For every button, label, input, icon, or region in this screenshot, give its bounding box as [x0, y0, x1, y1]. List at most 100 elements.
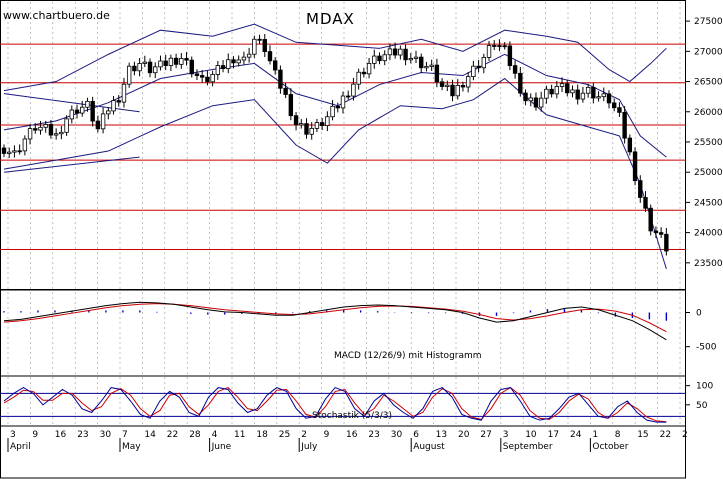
candle-body — [153, 66, 158, 74]
x-day-label: 3 — [10, 430, 16, 440]
candle-body — [53, 133, 59, 136]
candle-body — [481, 56, 487, 69]
candle-body — [168, 57, 174, 67]
candle-body — [627, 137, 633, 153]
candle-body — [38, 126, 43, 131]
candle-body — [387, 48, 393, 56]
candle-body — [147, 61, 153, 74]
candle-body — [565, 83, 570, 94]
candle-body — [194, 73, 200, 76]
candle-body — [43, 124, 48, 128]
candle-body — [163, 60, 168, 67]
price-y-tick-label: 25000 — [694, 168, 723, 178]
candle-body — [445, 84, 450, 87]
x-month-label: May — [122, 442, 141, 452]
x-day-label: 16 — [346, 430, 358, 440]
x-month-label: October — [592, 442, 628, 452]
candle-body — [59, 131, 64, 135]
candle-body — [95, 120, 101, 130]
candle-body — [246, 53, 252, 58]
candle-body — [382, 54, 387, 62]
x-day-label: 14 — [144, 430, 156, 440]
macd-y-tick-label: -500 — [696, 343, 717, 353]
candle-body — [293, 115, 299, 126]
x-day-label: 23 — [77, 430, 88, 440]
candle-body — [309, 127, 314, 135]
candle-body — [455, 85, 460, 97]
candle-body — [173, 57, 179, 65]
x-day-label: 17 — [548, 430, 559, 440]
candle-body — [596, 96, 601, 99]
stoch-label: Stochastik (5/3/3) — [312, 411, 392, 421]
candle-body — [236, 59, 241, 64]
candle-body — [126, 65, 132, 85]
candle-body — [512, 65, 518, 74]
price-y-ticks: 23500 24000 24500 25000 25500 26000 26500 27000… — [686, 17, 723, 269]
candle-body — [121, 83, 127, 103]
x-day-label: 18 — [256, 430, 268, 440]
candle-body — [351, 83, 356, 97]
candle-body — [434, 64, 440, 83]
candle-body — [106, 110, 111, 115]
candle-body — [544, 88, 549, 99]
x-month-label: June — [211, 442, 232, 452]
candle-body — [330, 105, 335, 118]
candle-body — [528, 97, 533, 102]
candle-body — [559, 83, 565, 87]
candle-body — [450, 84, 455, 97]
price-y-tick-label: 26500 — [694, 78, 723, 88]
candle-body — [262, 39, 267, 52]
candle-body — [80, 106, 85, 114]
candle-body — [325, 116, 330, 127]
price-y-tick-label: 27000 — [694, 47, 723, 57]
chart-root: 23500 24000 24500 25000 25500 26000 26500 27000… — [0, 0, 723, 479]
candle-body — [664, 233, 669, 252]
candle-body — [48, 124, 54, 136]
candle-body — [142, 61, 148, 64]
candle-body — [476, 65, 481, 69]
candle-body — [340, 95, 346, 109]
candle-body — [502, 45, 507, 48]
candle-body — [33, 128, 38, 131]
candle-body — [486, 45, 492, 58]
candle-body — [17, 150, 22, 153]
candle-body — [90, 100, 95, 122]
candle-body — [111, 100, 116, 112]
candle-body — [497, 45, 502, 47]
x-day-label: 25 — [279, 430, 290, 440]
x-day-label: 9 — [32, 430, 38, 440]
candle-body — [622, 111, 627, 139]
candle-body — [366, 63, 372, 75]
candle-body — [523, 92, 528, 102]
candle-body — [606, 93, 612, 104]
price-y-tick-label: 23500 — [694, 259, 723, 269]
candle-body — [272, 60, 278, 71]
candle-body — [518, 72, 523, 94]
candle-body — [408, 58, 413, 61]
candle-body — [241, 56, 247, 61]
x-day-label: 24 — [570, 430, 582, 440]
x-month-label: July — [300, 442, 318, 452]
candle-body — [429, 64, 434, 67]
x-day-label: 2 — [682, 430, 688, 440]
price-y-tick-label: 26000 — [694, 108, 723, 118]
candle-body — [299, 123, 304, 126]
candle-body — [392, 48, 398, 56]
candle-body — [424, 66, 429, 69]
price-y-tick-label: 24500 — [694, 198, 723, 208]
chart-svg: 2350024000245002500025500260002650027000… — [0, 0, 723, 479]
candle-body — [205, 76, 210, 83]
x-day-label: 10 — [525, 430, 537, 440]
macd-y-tick-label: 0 — [696, 309, 702, 319]
candle-body — [413, 56, 419, 59]
candle-body — [346, 95, 351, 98]
x-day-label: 2 — [301, 430, 307, 440]
price-title: MDAX — [306, 10, 355, 28]
candle-body — [471, 65, 476, 77]
x-day-label: 3 — [503, 430, 509, 440]
candle-body — [132, 65, 137, 72]
x-day-label: 1 — [592, 430, 598, 440]
x-day-label: 15 — [637, 430, 648, 440]
candle-body — [283, 87, 288, 95]
candle-body — [538, 97, 544, 108]
